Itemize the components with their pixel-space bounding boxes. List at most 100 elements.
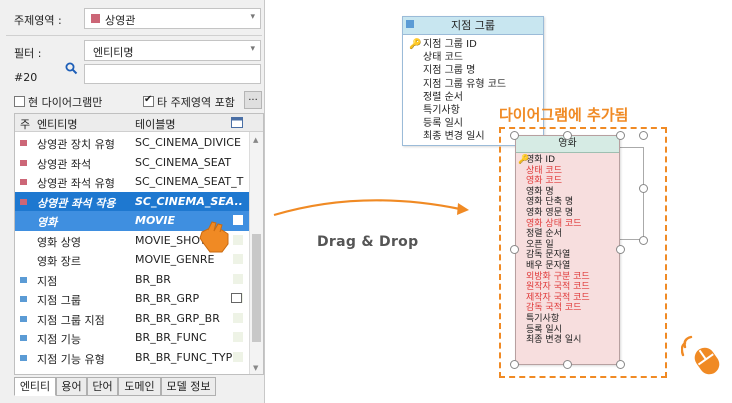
attribute-row: 🔑 지점 그룹 ID <box>403 38 543 51</box>
grid-scrollbar[interactable]: ▲ ▼ <box>249 132 263 374</box>
resize-handle[interactable] <box>510 131 519 140</box>
resize-handle[interactable] <box>563 131 572 140</box>
row-checkbox[interactable] <box>233 351 243 362</box>
search-icon[interactable] <box>65 62 78 78</box>
row-checkbox[interactable] <box>233 332 243 342</box>
tab-entity[interactable]: 엔티티 <box>14 377 56 396</box>
current-diagram-only-checkbox[interactable]: 현 다이어그램만 <box>14 94 102 110</box>
resize-handle[interactable] <box>616 131 625 140</box>
entity-name-cell: 상영관 좌석 <box>37 157 92 171</box>
checkbox-box <box>14 96 25 107</box>
entity-title-text: 지점 그룹 <box>451 19 495 32</box>
table-row[interactable]: 상영관 좌석 SC_CINEMA_SEAT <box>15 153 250 173</box>
tab-word[interactable]: 단어 <box>87 377 118 396</box>
column-chooser-icon[interactable] <box>231 117 243 131</box>
attribute-row: 상태 코드 <box>423 52 463 64</box>
attribute-row: 영화 단축 명 <box>516 197 619 208</box>
attribute-row: 상태 코드 <box>516 166 619 177</box>
attribute-name: 감독 국적 코드 <box>526 303 582 314</box>
entity-name-cell: 지점 기능 <box>37 333 81 346</box>
chevron-down-icon: ▾ <box>250 44 255 54</box>
attribute-row: 정렬 순서 <box>423 91 463 103</box>
drag-drop-caption: Drag & Drop <box>317 234 419 250</box>
subject-color-swatch <box>20 179 27 185</box>
col-header-table[interactable]: 테이블명 <box>135 116 175 132</box>
row-checkbox[interactable] <box>233 157 243 167</box>
attribute-name: 제작자 국적 코드 <box>526 292 590 303</box>
table-row[interactable]: 상영관 좌석 유형 SC_CINEMA_SEAT_T <box>15 172 250 192</box>
attribute-name: 등록 일시 <box>526 324 562 335</box>
attribute-row: 영화 상태 코드 <box>516 219 619 230</box>
subject-color-swatch <box>20 296 27 302</box>
entity-name-cell: 상영관 장치 유형 <box>37 138 115 151</box>
tab-domain[interactable]: 도메인 <box>118 377 161 396</box>
grid-header: 주 엔티티명 테이블명 <box>15 114 263 132</box>
attribute-name: 특기사항 <box>526 313 560 324</box>
attribute-name: 오픈 일 <box>526 239 554 250</box>
table-row[interactable]: 지점 기능 BR_BR_FUNC <box>15 328 250 348</box>
attribute-row: 감독 문자열 <box>516 250 619 261</box>
table-row[interactable]: 지점 BR_BR <box>15 270 250 290</box>
subject-color-swatch <box>20 315 27 322</box>
entity-name-cell: 영화 <box>37 216 58 229</box>
row-checkbox[interactable] <box>233 137 243 147</box>
table-name-cell: BR_BR_FUNC <box>135 331 207 344</box>
subject-color-swatch <box>20 140 27 146</box>
entity-movie[interactable]: 영화 🔑 영화 ID 상태 코드 영화 코드 영화 명 영화 단축 명 영화 영문 명 영화 … <box>515 135 620 365</box>
row-checkbox[interactable] <box>233 312 243 323</box>
search-input[interactable] <box>84 64 261 84</box>
table-name-cell: SC_CINEMA_DIVICE <box>135 136 241 149</box>
row-checkbox[interactable] <box>233 215 243 225</box>
row-checkbox[interactable] <box>233 234 243 245</box>
include-other-subjects-checkbox[interactable]: 타 주제영역 포함 <box>143 94 235 110</box>
resize-handle[interactable] <box>639 131 648 140</box>
filter-select[interactable]: 엔티티명 ▾ <box>84 40 261 61</box>
subject-area-label: 주제영역 : <box>14 14 62 27</box>
resize-handle[interactable] <box>510 245 519 254</box>
resize-handle[interactable] <box>616 360 625 369</box>
attribute-name: 영화 상태 코드 <box>526 218 582 229</box>
checkbox-box <box>143 94 154 107</box>
row-checkbox[interactable] <box>233 273 243 284</box>
more-options-button[interactable]: ... <box>244 91 262 109</box>
row-checkbox[interactable] <box>233 254 243 264</box>
resize-handle[interactable] <box>563 360 572 369</box>
scroll-down-icon[interactable]: ▼ <box>253 364 258 372</box>
subject-color-swatch <box>20 335 27 341</box>
resize-handle[interactable] <box>639 184 648 193</box>
row-checkbox[interactable] <box>233 176 243 186</box>
attribute-row: 등록 일시 <box>516 325 619 336</box>
col-header-marker[interactable]: 주 <box>20 116 30 132</box>
attribute-row: 특기사항 <box>516 314 619 325</box>
table-row[interactable]: 지점 그룹 지점 BR_BR_GRP_BR <box>15 309 250 329</box>
resize-handle[interactable] <box>510 360 519 369</box>
table-row[interactable]: 지점 그룹 BR_BR_GRP <box>15 289 250 309</box>
attribute-name: 영화 영문 명 <box>526 207 574 218</box>
attribute-name: 정렬 순서 <box>526 229 562 240</box>
table-row[interactable]: 상영관 좌석 작용 SC_CINEMA_SEA.. <box>15 191 250 211</box>
resize-handle[interactable] <box>616 245 625 254</box>
tab-term[interactable]: 용어 <box>56 377 87 396</box>
table-row[interactable]: 상영관 장치 유형 SC_CINEMA_DIVICE <box>15 133 250 153</box>
scrollbar-thumb[interactable] <box>252 234 261 342</box>
resize-handle[interactable] <box>639 236 648 245</box>
diagram-icon <box>231 293 242 303</box>
scroll-up-icon[interactable]: ▲ <box>253 136 258 144</box>
tab-model-info[interactable]: 모델 정보 <box>161 377 216 396</box>
key-icon: 🔑 <box>409 39 422 50</box>
attribute-row: 지점 그룹 명 <box>423 65 476 77</box>
subject-color-swatch <box>20 276 27 283</box>
table-name-cell: BR_BR <box>135 272 171 286</box>
attribute-list: 🔑 영화 ID 상태 코드 영화 코드 영화 명 영화 단축 명 영화 영문 명 영화 상태 … <box>516 153 619 346</box>
attribute-row: 🔑 영화 ID <box>516 155 619 166</box>
subject-color-swatch <box>20 198 27 205</box>
entity-panel: 주제영역 : 상영관 ▾ 필터 : 엔티티명 ▾ #20 현 다이어그램만 타 … <box>0 0 265 403</box>
attribute-name: 영화 코드 <box>526 176 562 187</box>
include-other-subjects-label: 타 주제영역 포함 <box>157 96 235 109</box>
subject-area-select[interactable]: 상영관 ▾ <box>84 8 261 29</box>
table-row[interactable]: 지점 기능 유형 BR_BR_FUNC_TYPE <box>15 348 250 368</box>
row-checkbox[interactable] <box>233 196 243 206</box>
attribute-row: 제작자 국적 코드 <box>516 293 619 304</box>
col-header-entity[interactable]: 엔티티명 <box>37 116 77 132</box>
table-name-cell: SC_CINEMA_SEAT_T <box>135 175 244 188</box>
